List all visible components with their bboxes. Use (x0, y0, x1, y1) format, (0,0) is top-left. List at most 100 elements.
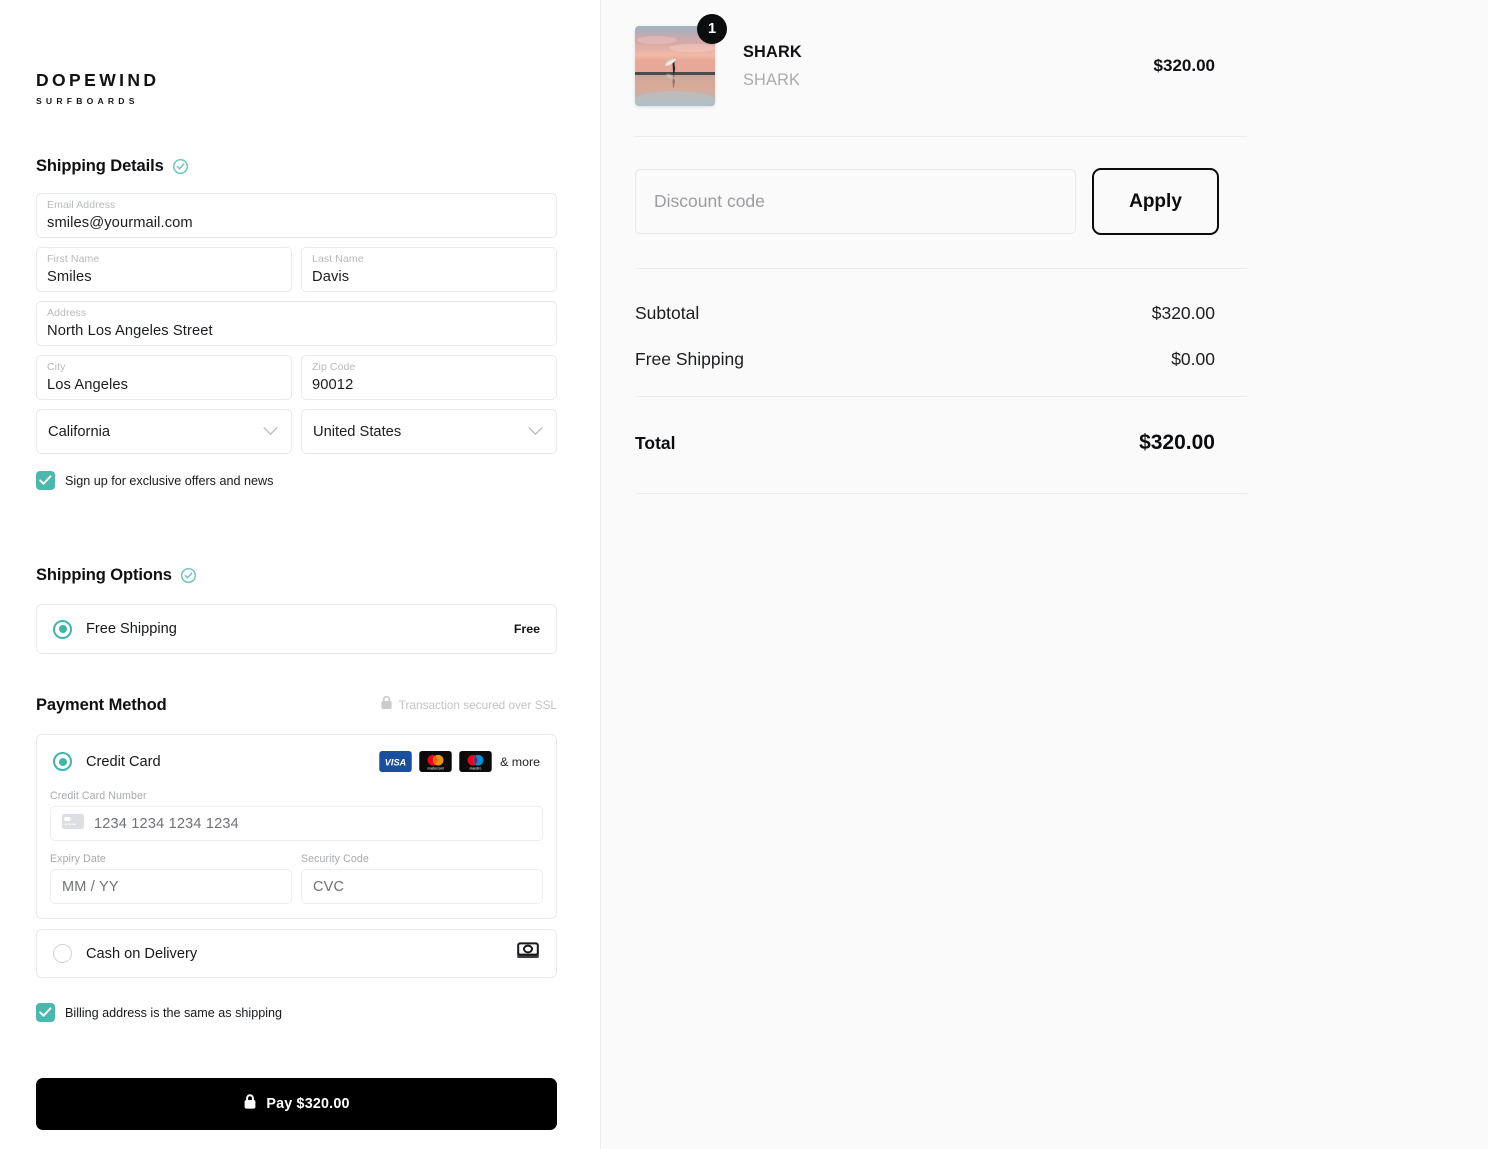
shipping-details-title: Shipping Details (36, 157, 164, 175)
total-value: $320.00 (1139, 431, 1215, 454)
city-value: Los Angeles (47, 376, 129, 393)
svg-text:mastercard: mastercard (427, 767, 443, 771)
summary-line-subtotal: Subtotal $320.00 (635, 303, 1247, 324)
product-variant: SHARK (743, 70, 801, 89)
email-value: smiles@yourmail.com (47, 214, 193, 231)
order-total-row: Total $320.00 (635, 397, 1247, 493)
total-label: Total (635, 433, 676, 453)
expiry-date-input[interactable]: MM / YY (50, 869, 292, 904)
billing-address-checkbox-label: Billing address is the same as shipping (65, 1005, 283, 1020)
ssl-notice-text: Transaction secured over SSL (398, 698, 557, 712)
checkbox-checked-icon (36, 1003, 55, 1022)
discount-code-placeholder: Discount code (654, 191, 765, 211)
radio-selected-icon (53, 752, 72, 771)
radio-unselected-icon (53, 944, 72, 963)
payment-method-section: Payment Method Transaction secured over … (36, 695, 557, 1022)
address-label: Address (47, 307, 87, 319)
subtotal-label: Subtotal (635, 303, 700, 323)
first-name-value: Smiles (47, 268, 92, 285)
address-field[interactable]: Address North Los Angeles Street (36, 301, 557, 346)
country-select[interactable]: United States (301, 409, 557, 454)
billing-address-checkbox[interactable]: Billing address is the same as shipping (36, 1003, 557, 1022)
email-field[interactable]: Email Address smiles@yourmail.com (36, 193, 557, 238)
order-summary-column: 1 SHARK SHARK $320.00 Discount code Appl… (600, 0, 1488, 1149)
credit-card-number-input[interactable]: 1234 1234 1234 1234 (50, 806, 543, 841)
shipping-options-section: Shipping Options Free Shipping Free (36, 566, 557, 654)
order-summary-panel: 1 SHARK SHARK $320.00 Discount code Appl… (635, 0, 1247, 494)
cash-on-delivery-label: Cash on Delivery (86, 945, 198, 962)
visa-icon: VISA (379, 751, 412, 772)
chevron-down-icon (262, 423, 279, 441)
product-title: SHARK (743, 42, 802, 61)
check-circle-icon (180, 567, 197, 584)
payment-method-header: Payment Method Transaction secured over … (36, 695, 557, 715)
last-name-value: Davis (312, 268, 350, 285)
shipping-details-header: Shipping Details (36, 157, 557, 176)
first-name-label: First Name (47, 253, 100, 265)
state-select[interactable]: California (36, 409, 292, 454)
brand-subtitle: SURFBOARDS (36, 95, 139, 106)
cash-icon (516, 942, 540, 965)
shipping-option-price: Free (513, 622, 540, 636)
state-select-value: California (48, 423, 111, 440)
svg-text:maestro: maestro (470, 767, 482, 771)
mastercard-icon: mastercard (419, 751, 452, 772)
discount-code-input[interactable]: Discount code (635, 169, 1076, 234)
summary-line-shipping: Free Shipping $0.00 (635, 349, 1247, 370)
address-value: North Los Angeles Street (47, 322, 213, 339)
svg-text:VISA: VISA (385, 758, 406, 768)
newsletter-checkbox-label: Sign up for exclusive offers and news (65, 473, 274, 488)
brand-name: DOPEWIND (36, 70, 160, 90)
security-code-label: Security Code (301, 853, 369, 865)
order-totals: Subtotal $320.00 Free Shipping $0.00 (635, 269, 1247, 396)
payment-option-credit-card[interactable]: Credit Card VISA mastercard maestro & mo… (36, 734, 557, 919)
checkout-form-column: DOPEWIND SURFBOARDS Shipping Details Ema… (0, 0, 600, 1149)
expiry-date-label: Expiry Date (50, 853, 106, 865)
city-field[interactable]: City Los Angeles (36, 355, 292, 400)
more-cards-label: & more (500, 754, 540, 769)
shipping-options-header: Shipping Options (36, 566, 557, 585)
maestro-icon: maestro (459, 751, 492, 772)
zip-code-value: 90012 (312, 376, 354, 393)
zip-code-field[interactable]: Zip Code 90012 (301, 355, 557, 400)
credit-card-icon (62, 813, 84, 834)
discount-row: Discount code Apply (635, 137, 1247, 268)
first-name-field[interactable]: First Name Smiles (36, 247, 292, 292)
shipping-value: $0.00 (1171, 349, 1215, 369)
check-circle-icon (172, 158, 189, 175)
security-code-input[interactable]: CVC (301, 869, 543, 904)
last-name-field[interactable]: Last Name Davis (301, 247, 557, 292)
credit-card-label: Credit Card (86, 753, 161, 770)
city-label: City (47, 361, 66, 373)
shipping-label: Free Shipping (635, 349, 744, 369)
chevron-down-icon (527, 423, 544, 441)
shipping-option-label: Free Shipping (86, 621, 177, 637)
radio-selected-icon (53, 619, 72, 639)
payment-method-title: Payment Method (36, 695, 167, 714)
subtotal-value: $320.00 (1151, 303, 1215, 323)
apply-discount-label: Apply (1129, 190, 1182, 212)
checkout-page: DOPEWIND SURFBOARDS Shipping Details Ema… (0, 0, 1488, 1149)
lock-icon (380, 695, 393, 715)
shipping-option-free[interactable]: Free Shipping Free (36, 604, 557, 654)
newsletter-checkbox[interactable]: Sign up for exclusive offers and news (36, 471, 557, 490)
credit-card-number-placeholder: 1234 1234 1234 1234 (94, 815, 239, 832)
checkbox-checked-icon (36, 471, 55, 490)
product-quantity-badge: 1 (697, 14, 727, 44)
last-name-label: Last Name (312, 253, 364, 265)
apply-discount-button[interactable]: Apply (1092, 168, 1219, 235)
pay-button[interactable]: Pay $320.00 (36, 1078, 557, 1130)
order-product-row: 1 SHARK SHARK $320.00 (635, 0, 1247, 136)
country-select-value: United States (313, 423, 402, 440)
lock-icon (243, 1093, 257, 1115)
payment-option-cash-on-delivery[interactable]: Cash on Delivery (36, 929, 557, 978)
credit-card-number-label: Credit Card Number (50, 790, 147, 802)
product-price: $320.00 (1153, 56, 1215, 75)
security-code-placeholder: CVC (313, 878, 345, 895)
shipping-details-section: Shipping Details Email Address smiles@yo… (36, 157, 557, 490)
zip-code-label: Zip Code (312, 361, 356, 373)
email-label: Email Address (47, 199, 116, 211)
expiry-date-placeholder: MM / YY (62, 878, 119, 895)
pay-button-label: Pay $320.00 (266, 1096, 350, 1112)
brand-logo: DOPEWIND SURFBOARDS (36, 70, 160, 106)
